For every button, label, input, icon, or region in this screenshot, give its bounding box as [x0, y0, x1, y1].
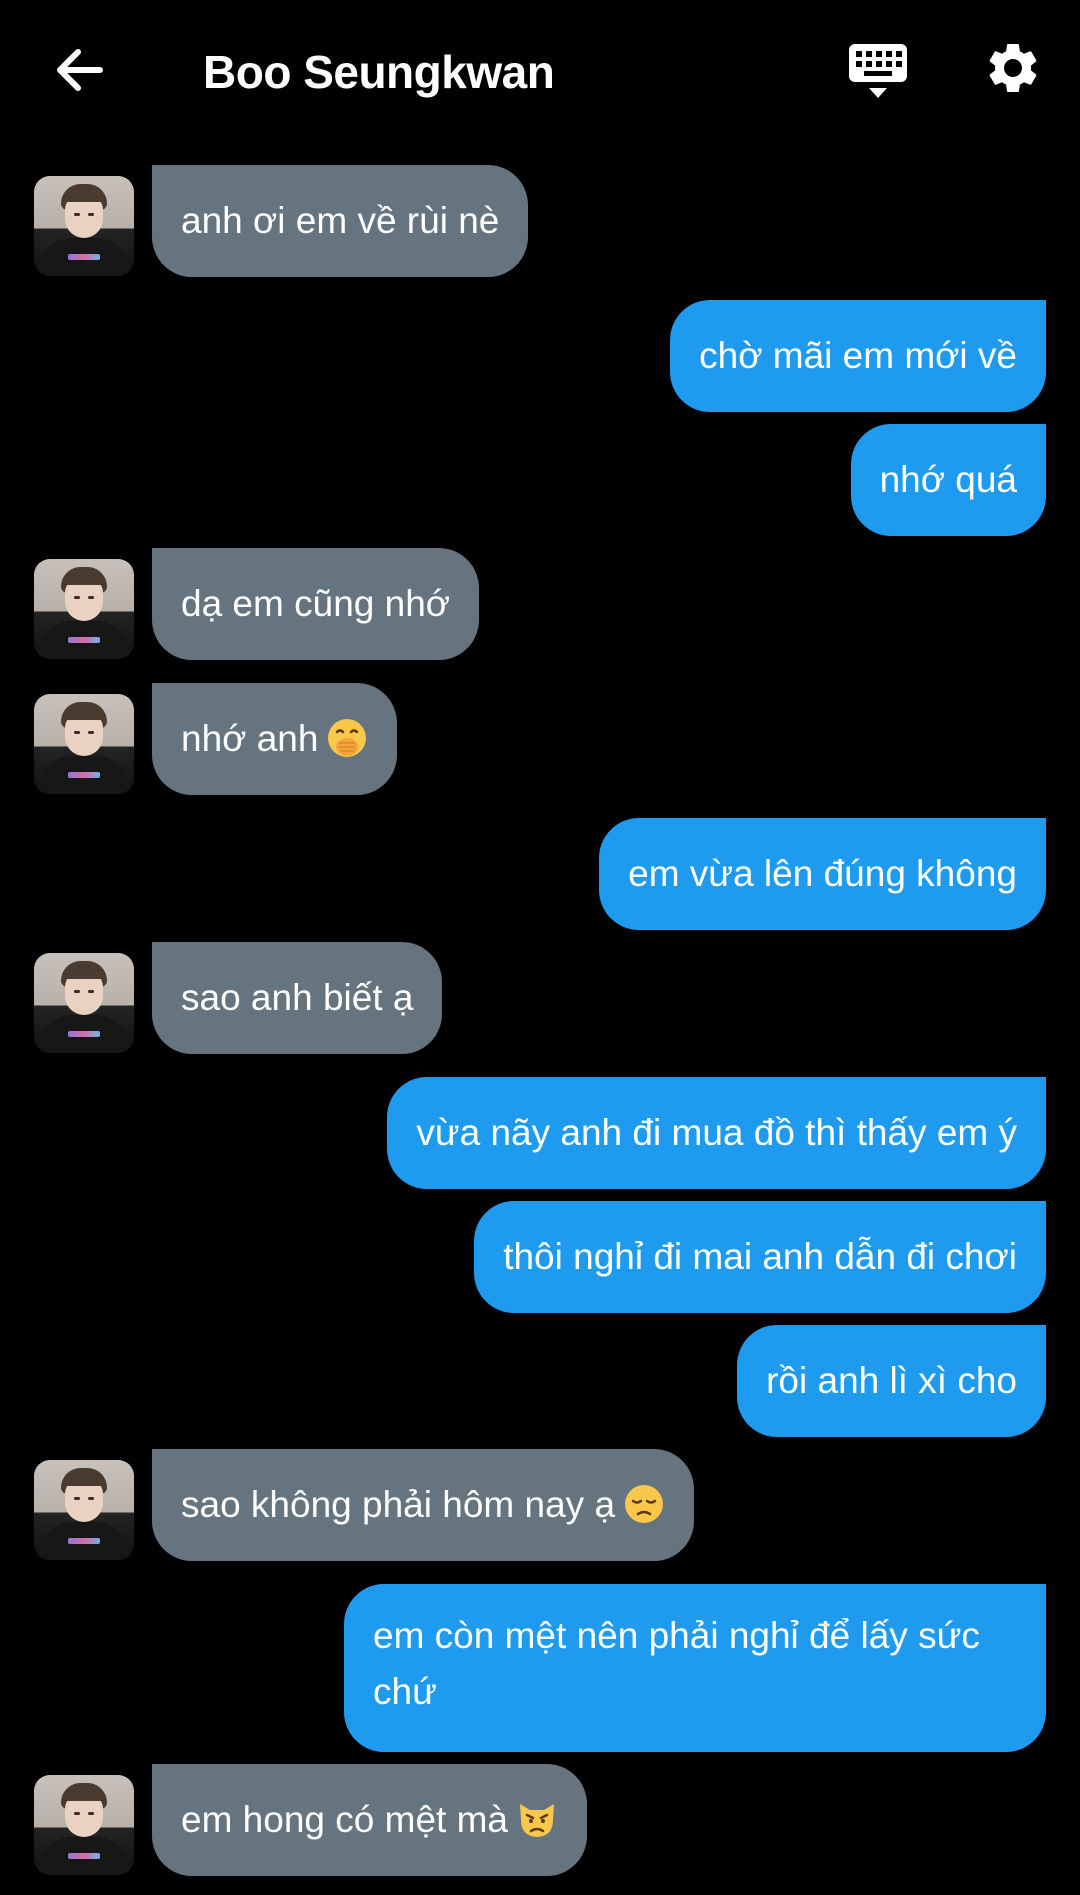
message-bubble-incoming[interactable]: anh ơi em về rùi nè: [152, 165, 529, 277]
pouting-cat-emoji: [519, 1804, 554, 1837]
message-text: vừa nãy anh đi mua đồ thì thấy em ý: [416, 1112, 1017, 1153]
message-text: em vừa lên đúng không: [628, 853, 1017, 894]
keyboard-toggle-button[interactable]: [847, 40, 909, 102]
message-text: sao anh biết ạ: [181, 977, 414, 1018]
message-text: nhớ quá: [879, 459, 1017, 500]
message-bubble-outgoing[interactable]: nhớ quá: [850, 424, 1046, 536]
contact-avatar[interactable]: [34, 694, 134, 794]
settings-button[interactable]: [983, 38, 1043, 98]
contact-avatar[interactable]: [34, 953, 134, 1053]
message-text: nhớ anh: [181, 718, 319, 759]
message-bubble-incoming[interactable]: sao không phải hôm nay ạ: [152, 1449, 695, 1561]
contact-name: Boo Seungkwan: [203, 46, 555, 98]
back-button[interactable]: [50, 40, 110, 100]
pensive-face-emoji: [625, 1485, 664, 1523]
gear-icon: [989, 43, 1037, 92]
message-text: thôi nghỉ đi mai anh dẫn đi chơi: [503, 1236, 1017, 1277]
hand-over-mouth-emoji: [328, 719, 367, 757]
message-text: rồi anh lì xì cho: [766, 1360, 1017, 1401]
message-bubble-incoming[interactable]: sao anh biết ạ: [152, 942, 443, 1054]
keyboard-hide-icon: [849, 44, 907, 98]
message-bubble-outgoing[interactable]: chờ mãi em mới về: [670, 300, 1046, 412]
message-text: em hong có mệt mà: [181, 1799, 508, 1840]
contact-avatar[interactable]: [34, 1775, 134, 1875]
message-bubble-outgoing[interactable]: thôi nghỉ đi mai anh dẫn đi chơi: [474, 1201, 1046, 1313]
arrow-left-icon: [57, 49, 103, 91]
message-bubble-incoming[interactable]: em hong có mệt mà: [152, 1764, 587, 1876]
message-bubble-outgoing[interactable]: rồi anh lì xì cho: [737, 1325, 1046, 1437]
contact-avatar[interactable]: [34, 1460, 134, 1560]
message-bubble-incoming[interactable]: dạ em cũng nhớ: [152, 548, 480, 660]
contact-avatar[interactable]: [34, 559, 134, 659]
message-bubble-incoming[interactable]: nhớ anh: [152, 683, 398, 795]
contact-avatar[interactable]: [34, 176, 134, 276]
message-text: sao không phải hôm nay ạ: [181, 1484, 616, 1525]
message-bubble-outgoing[interactable]: em còn mệt nên phải nghỉ để lấy sức chứ: [344, 1584, 1046, 1752]
message-bubble-outgoing[interactable]: vừa nãy anh đi mua đồ thì thấy em ý: [387, 1077, 1046, 1189]
message-text: chờ mãi em mới về: [699, 335, 1017, 376]
message-bubble-outgoing[interactable]: em vừa lên đúng không: [599, 818, 1046, 930]
message-text: dạ em cũng nhớ: [181, 583, 451, 624]
message-text: anh ơi em về rùi nè: [181, 200, 500, 241]
chat-header: Boo Seungkwan: [0, 0, 1080, 145]
message-text: em còn mệt nên phải nghỉ để lấy sức chứ: [373, 1615, 980, 1712]
